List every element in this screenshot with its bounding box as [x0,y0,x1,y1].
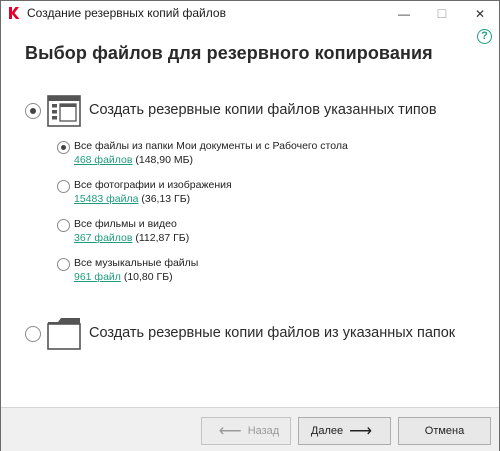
file-types-icon [47,95,81,127]
file-size: (10,80 ГБ) [123,271,173,283]
sub-option-meta: 367 файлов (112,87 ГБ) [74,232,189,244]
sub-option-meta: 468 файлов (148,90 МБ) [74,154,193,166]
sub-option-label: Все музыкальные файлы [74,257,199,269]
maximize-button[interactable]: ☐ [425,1,459,26]
window-title: Создание резервных копий файлов [27,6,226,20]
option-by-folders-label: Создать резервные копии файлов из указан… [89,325,456,341]
radio-by-file-types[interactable] [25,103,41,119]
option-by-file-types-label: Создать резервные копии файлов указанных… [89,102,437,118]
file-count-link[interactable]: 15483 файла [74,193,138,205]
sub-option-label: Все файлы из папки Мои документы и с Раб… [74,140,348,152]
file-count-link[interactable]: 961 файл [74,271,121,283]
back-button[interactable]: ⟵ Назад [201,417,291,445]
radio-by-folders[interactable] [25,326,41,342]
cancel-button[interactable]: Отмена [398,417,491,445]
file-size: (148,90 МБ) [135,154,194,166]
sub-option-videos[interactable]: Все фильмы и видео 367 файлов (112,87 ГБ… [57,218,477,252]
help-icon[interactable]: ? [477,29,492,44]
option-by-file-types[interactable]: Создать резервные копии файлов указанных… [25,91,485,131]
arrow-right-icon: ⟶ [349,423,373,440]
sub-option-meta: 15483 файла (36,13 ГБ) [74,193,190,205]
folder-icon [47,318,81,350]
radio-videos[interactable] [57,219,70,232]
sub-option-label: Все фотографии и изображения [74,179,232,191]
page-title: Выбор файлов для резервного копирования [25,43,433,63]
file-size: (36,13 ГБ) [141,193,191,205]
next-button[interactable]: Далее ⟶ [298,417,391,445]
file-size: (112,87 ГБ) [135,232,190,244]
file-count-link[interactable]: 468 файлов [74,154,132,166]
sub-option-documents[interactable]: Все файлы из папки Мои документы и с Раб… [57,140,477,174]
back-button-label: Назад [247,425,280,437]
cancel-button-label: Отмена [424,425,465,437]
sub-option-photos[interactable]: Все фотографии и изображения 15483 файла… [57,179,477,213]
close-button[interactable]: ✕ [463,1,497,26]
next-button-label: Далее [310,425,344,437]
sub-option-music[interactable]: Все музыкальные файлы 961 файл (10,80 ГБ… [57,257,477,291]
radio-photos[interactable] [57,180,70,193]
sub-option-meta: 961 файл (10,80 ГБ) [74,271,173,283]
kaspersky-logo-icon [7,6,21,20]
arrow-left-icon: ⟵ [218,423,242,440]
backup-wizard-window: Создание резервных копий файлов — ☐ ✕ ? … [0,0,500,451]
title-bar: Создание резервных копий файлов — ☐ ✕ [1,1,499,26]
option-by-folders[interactable]: Создать резервные копии файлов из указан… [25,314,485,354]
radio-documents[interactable] [57,141,70,154]
file-count-link[interactable]: 367 файлов [74,232,132,244]
radio-music[interactable] [57,258,70,271]
sub-option-label: Все фильмы и видео [74,218,177,230]
wizard-footer: ⟵ Назад Далее ⟶ Отмена [1,407,499,451]
minimize-button[interactable]: — [387,1,421,26]
